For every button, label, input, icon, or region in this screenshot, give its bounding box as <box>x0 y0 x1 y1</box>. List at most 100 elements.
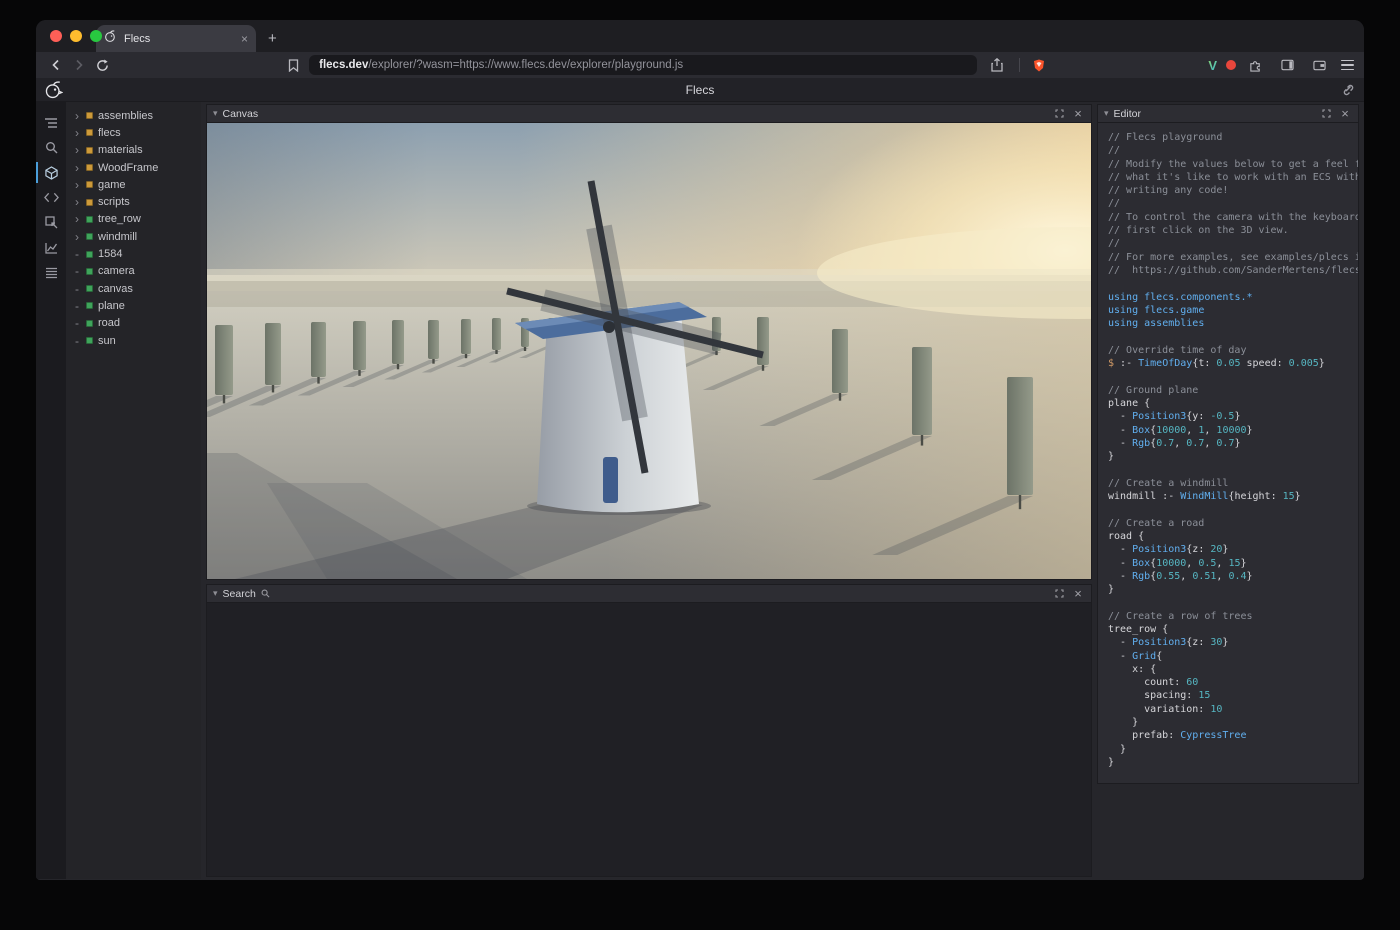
fullscreen-icon[interactable] <box>1319 107 1333 121</box>
expand-chevron-icon[interactable]: › <box>73 110 81 122</box>
entity-color-square <box>86 302 93 309</box>
wallet-icon[interactable] <box>1309 55 1329 75</box>
3d-viewport[interactable] <box>207 123 1091 579</box>
expand-chevron-icon[interactable]: › <box>73 213 81 225</box>
canvas-cube-icon[interactable] <box>36 160 66 185</box>
tree-item-1584[interactable]: -1584 <box>66 245 201 262</box>
close-window-button[interactable] <box>50 30 62 42</box>
collapse-chevron-icon[interactable]: ▾ <box>213 109 218 118</box>
close-icon[interactable]: × <box>1071 587 1085 601</box>
new-tab-button[interactable]: + <box>268 30 277 47</box>
extension-icons: V <box>1208 55 1354 75</box>
flecs-logo-icon[interactable] <box>44 81 63 104</box>
share-icon[interactable] <box>987 55 1007 75</box>
expand-chevron-icon[interactable]: › <box>73 231 81 243</box>
tree-item-flecs[interactable]: › flecs <box>66 124 201 141</box>
code-line: - Position3{z: 20} <box>1108 543 1358 556</box>
reload-button[interactable] <box>92 55 112 75</box>
editor-code[interactable]: // Flecs playground//// Modify the value… <box>1098 123 1358 783</box>
brave-shield-icon[interactable] <box>1029 55 1049 75</box>
search-icon[interactable] <box>36 135 66 160</box>
back-button[interactable] <box>46 55 66 75</box>
tree-item-windmill[interactable]: ›windmill <box>66 228 201 245</box>
tree-item-camera[interactable]: -camera <box>66 263 201 280</box>
inspector-icon[interactable] <box>36 210 66 235</box>
code-line: using flecs.game <box>1108 304 1358 317</box>
code-icon[interactable] <box>36 185 66 210</box>
minimize-window-button[interactable] <box>70 30 82 42</box>
code-line: - Box{10000, 1, 10000} <box>1108 424 1358 437</box>
fullscreen-icon[interactable] <box>1052 587 1066 601</box>
forward-button[interactable] <box>69 55 89 75</box>
entity-color-square <box>86 164 93 171</box>
chart-icon[interactable] <box>36 235 66 260</box>
extensions-puzzle-icon[interactable] <box>1245 55 1265 75</box>
tree-item-materials[interactable]: ›materials <box>66 142 201 159</box>
url-host: flecs.dev <box>319 59 368 71</box>
code-line: road { <box>1108 530 1358 543</box>
code-line: plane { <box>1108 397 1358 410</box>
outline-tree-icon[interactable] <box>36 110 66 135</box>
tree-item-plane[interactable]: -plane <box>66 297 201 314</box>
collapse-chevron-icon[interactable]: ▾ <box>213 589 218 598</box>
code-line: // writing any code! <box>1108 184 1358 197</box>
expand-chevron-icon[interactable]: › <box>73 144 81 156</box>
url-path: /explorer/?wasm=https://www.flecs.dev/ex… <box>368 59 683 71</box>
tree-item-scripts[interactable]: ›scripts <box>66 193 201 210</box>
code-line: // Ground plane <box>1108 384 1358 397</box>
expand-chevron-icon[interactable]: › <box>73 162 81 174</box>
search-results-area[interactable] <box>207 603 1091 876</box>
tree-item-tree_row[interactable]: ›tree_row <box>66 211 201 228</box>
tree-item-sun[interactable]: -sun <box>66 332 201 349</box>
code-line: - Position3{y: -0.5} <box>1108 410 1358 423</box>
code-line: - Rgb{0.55, 0.51, 0.4} <box>1108 570 1358 583</box>
leaf-marker: - <box>73 317 81 329</box>
expand-chevron-icon[interactable]: › <box>73 196 81 208</box>
tree-item-label: flecs <box>98 127 121 139</box>
extension-v-icon[interactable]: V <box>1208 58 1217 73</box>
tree-item-label: road <box>98 317 120 329</box>
tab-strip: Flecs × + <box>36 20 1364 52</box>
code-line: variation: 10 <box>1108 703 1358 716</box>
code-line: // first click on the 3D view. <box>1108 224 1358 237</box>
sidebar-toggle-icon[interactable] <box>1277 55 1297 75</box>
extension-red-dot-icon[interactable] <box>1226 60 1236 70</box>
memory-rows-icon[interactable] <box>36 260 66 285</box>
code-line: } <box>1108 583 1358 596</box>
code-line: $ :- TimeOfDay{t: 0.05 speed: 0.005} <box>1108 357 1358 370</box>
code-line <box>1108 370 1358 383</box>
tree-item-game[interactable]: › game <box>66 176 201 193</box>
tree-item-WoodFrame[interactable]: ›WoodFrame <box>66 159 201 176</box>
zoom-window-button[interactable] <box>90 30 102 42</box>
tree-item-road[interactable]: - road <box>66 315 201 332</box>
code-line: } <box>1108 450 1358 463</box>
tree-item-label: game <box>98 179 126 191</box>
expand-chevron-icon[interactable]: › <box>73 179 81 191</box>
close-icon[interactable]: × <box>1338 107 1352 121</box>
bookmark-icon[interactable] <box>283 55 303 75</box>
entity-color-square <box>86 285 93 292</box>
tree-item-canvas[interactable]: -canvas <box>66 280 201 297</box>
menu-icon[interactable] <box>1341 60 1354 71</box>
browser-toolbar: flecs.dev/explorer/?wasm=https://www.fle… <box>36 52 1364 78</box>
expand-chevron-icon[interactable]: › <box>73 127 81 139</box>
code-line <box>1108 503 1358 516</box>
url-bar[interactable]: flecs.dev/explorer/?wasm=https://www.fle… <box>309 55 977 75</box>
canvas-panel-header[interactable]: ▾ Canvas × <box>207 105 1091 123</box>
page-title: Flecs <box>686 83 715 97</box>
close-icon[interactable]: × <box>1071 107 1085 121</box>
browser-tab-flecs[interactable]: Flecs × <box>96 25 256 52</box>
tab-close-button[interactable]: × <box>241 32 248 46</box>
code-line: } <box>1108 743 1358 756</box>
tree-item-assemblies[interactable]: ›assemblies <box>66 107 201 124</box>
share-link-icon[interactable] <box>1340 83 1354 102</box>
code-line: // <box>1108 237 1358 250</box>
code-line: using flecs.components.* <box>1108 291 1358 304</box>
leaf-marker: - <box>73 248 81 260</box>
editor-panel-header[interactable]: ▾ Editor × <box>1098 105 1358 123</box>
search-panel-header[interactable]: ▾ Search × <box>207 585 1091 603</box>
code-line <box>1108 596 1358 609</box>
entity-color-square <box>86 147 93 154</box>
fullscreen-icon[interactable] <box>1052 107 1066 121</box>
collapse-chevron-icon[interactable]: ▾ <box>1104 109 1109 118</box>
